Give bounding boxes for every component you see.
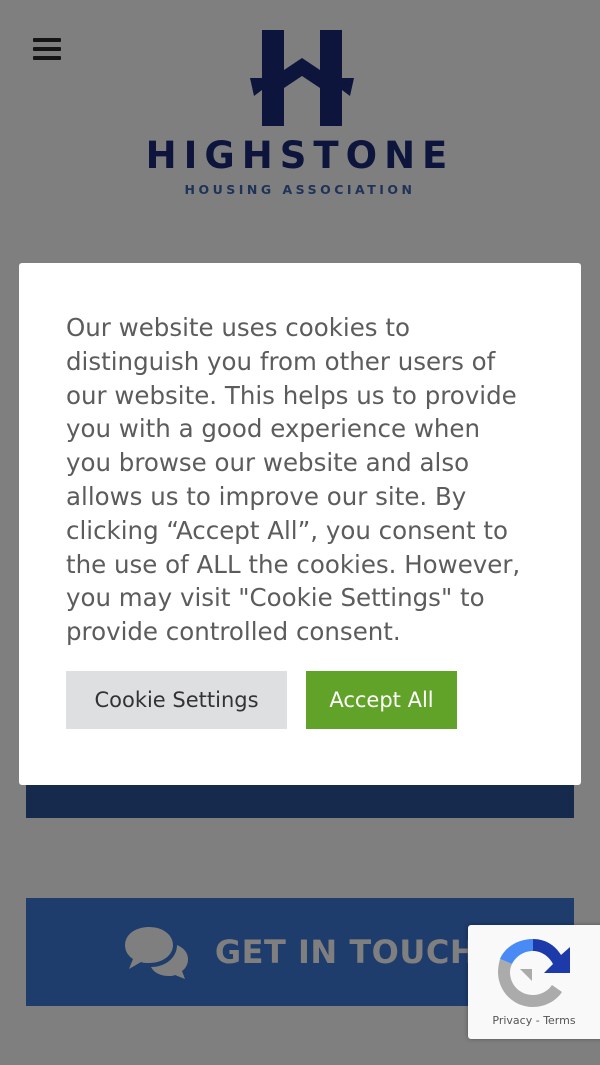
recaptcha-separator: - — [532, 1014, 544, 1027]
recaptcha-privacy-link[interactable]: Privacy — [492, 1014, 532, 1027]
accept-all-button[interactable]: Accept All — [306, 671, 457, 729]
recaptcha-terms-link[interactable]: Terms — [543, 1014, 575, 1027]
recaptcha-icon — [498, 939, 570, 1007]
recaptcha-badge[interactable]: Privacy - Terms — [468, 925, 600, 1039]
recaptcha-links: Privacy - Terms — [468, 1013, 600, 1029]
cookie-consent-dialog: Our website uses cookies to distinguish … — [19, 263, 581, 785]
cookie-message: Our website uses cookies to distinguish … — [66, 313, 521, 647]
cookie-settings-button[interactable]: Cookie Settings — [66, 671, 287, 729]
